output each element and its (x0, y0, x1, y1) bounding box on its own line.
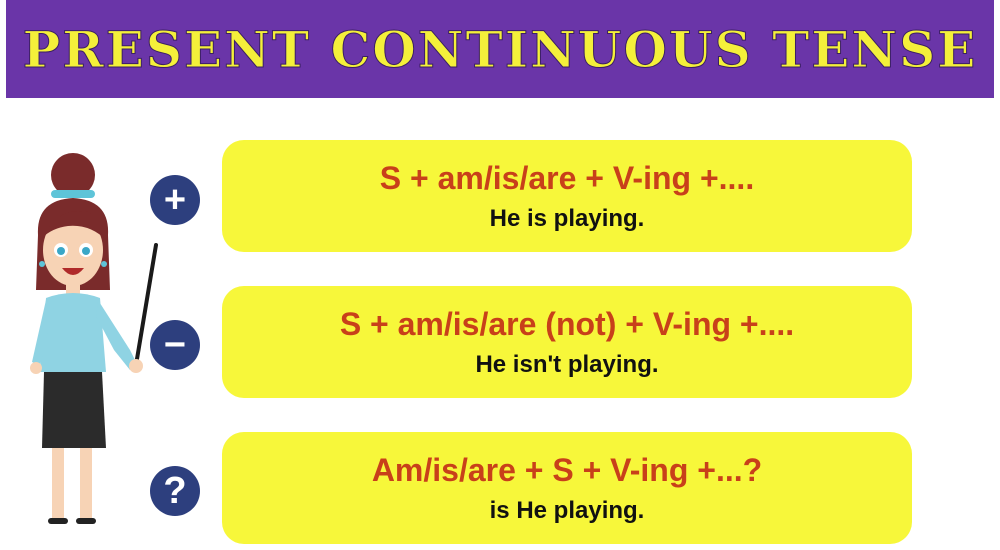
question-formula: Am/is/are + S + V-ing +...? (371, 451, 763, 488)
page-title: PRESENT CONTINUOUS TENSE (22, 19, 978, 79)
negative-formula: S + am/is/are (not) + V-ing +.... (339, 305, 795, 342)
negative-example: He isn't playing. (475, 350, 659, 378)
title-banner: PRESENT CONTINUOUS TENSE (6, 0, 994, 98)
plus-icon: + (150, 175, 200, 225)
question-example: is He playing. (489, 496, 645, 524)
affirmative-card: S + am/is/are + V-ing +.... He is playin… (222, 140, 912, 252)
affirmative-formula: S + am/is/are + V-ing +.... (379, 159, 755, 196)
minus-icon: − (150, 320, 200, 370)
question-icon: ? (150, 466, 200, 516)
negative-card: S + am/is/are (not) + V-ing +.... He isn… (222, 286, 912, 398)
teacher-illustration (30, 153, 158, 524)
question-card: Am/is/are + S + V-ing +...? is He playin… (222, 432, 912, 544)
affirmative-example: He is playing. (489, 204, 645, 232)
